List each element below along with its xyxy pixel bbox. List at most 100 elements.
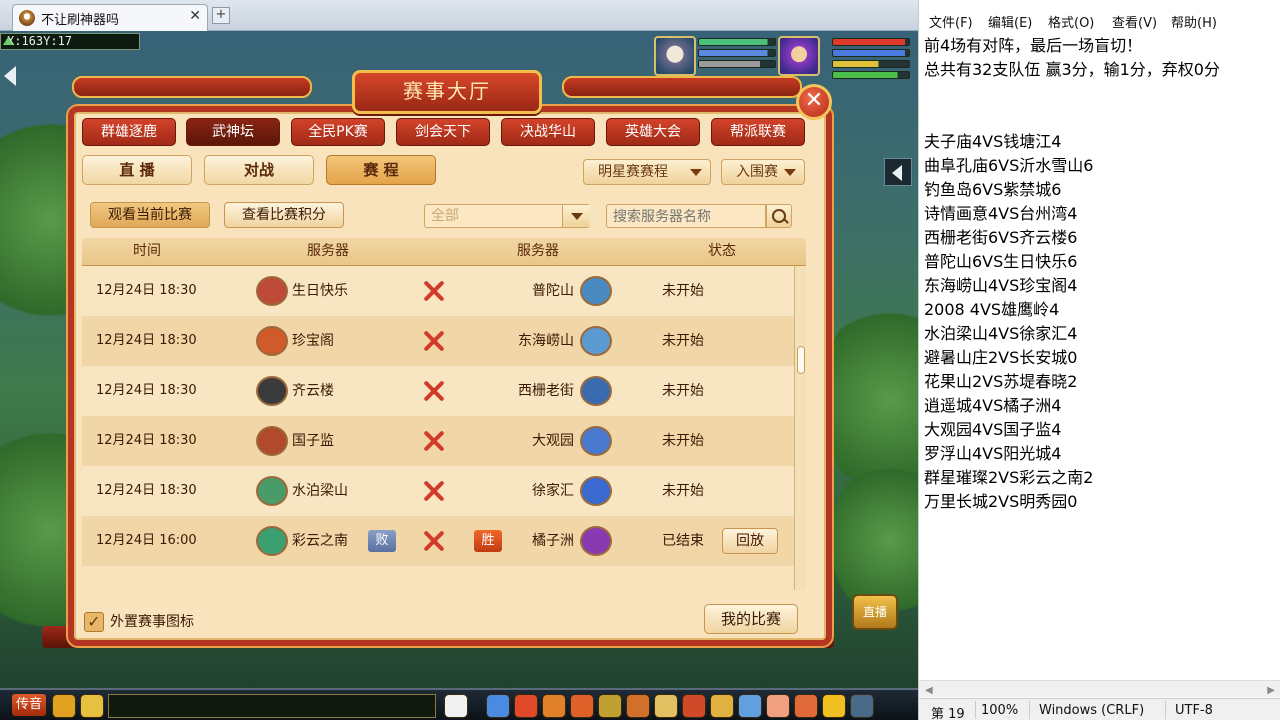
pet-icon[interactable]: [444, 694, 468, 718]
dialog-title: 赛事大厅: [403, 79, 491, 103]
skill-icon[interactable]: [542, 694, 566, 718]
map-icon[interactable]: [738, 694, 762, 718]
category-qunxiongzhulu[interactable]: 群雄逐鹿: [82, 118, 176, 146]
collapse-panel-arrow-icon[interactable]: [884, 158, 912, 186]
view-points-button[interactable]: 查看比赛积分: [224, 202, 344, 228]
browser-tab[interactable]: 不让刷神器吗 ✕: [12, 4, 208, 31]
weapon-icon[interactable]: [486, 694, 510, 718]
menu-file[interactable]: 文件(F): [929, 12, 973, 31]
scrollbar-thumb[interactable]: [797, 346, 805, 374]
external-icon-checkbox[interactable]: ✓: [84, 612, 104, 632]
cursor-position: 第 19: [931, 707, 965, 720]
match-time: 12月24日 18:30: [96, 483, 197, 498]
zoom-level: 100%: [981, 703, 1019, 718]
table-row[interactable]: 12月24日 18:30 齐云楼 西栅老街 未开始: [82, 366, 794, 416]
server-b-name: 徐家汇: [532, 483, 574, 499]
line-ending: Windows (CRLF): [1039, 703, 1145, 718]
menu-view[interactable]: 查看(V): [1112, 12, 1157, 31]
text-line: 罗浮山4VS阳光城4: [924, 444, 1062, 463]
table-header: 时间 服务器 服务器 状态: [82, 238, 806, 266]
emote-icon[interactable]: [822, 694, 846, 718]
server-a-name: 珍宝阁: [292, 333, 334, 349]
quest-icon[interactable]: [570, 694, 594, 718]
new-tab-button[interactable]: +: [212, 7, 230, 24]
text-line: 前4场有对阵，最后一场盲切！: [924, 36, 1143, 55]
text-line: 花果山2VS苏堤春晓2: [924, 372, 1078, 391]
menu-edit[interactable]: 编辑(E): [988, 12, 1032, 31]
replay-button[interactable]: 回放: [722, 528, 778, 554]
category-quanmin-pk[interactable]: 全民PK赛: [291, 118, 385, 146]
gift-icon[interactable]: [766, 694, 790, 718]
notepad-text-area[interactable]: 前4场有对阵，最后一场盲切！ 总共有32支队伍 赢3分，输1分，弃权0分 夫子庙4V…: [924, 34, 1274, 514]
crossed-swords-icon: [422, 330, 446, 352]
trade-icon[interactable]: [710, 694, 734, 718]
match-time: 12月24日 18:30: [96, 433, 197, 448]
horizontal-scrollbar[interactable]: ◀ ▶: [919, 680, 1280, 697]
scroll-right-icon[interactable]: ▶: [1267, 685, 1275, 696]
server-b-icon: [580, 276, 612, 306]
star-schedule-dropdown[interactable]: 明星赛赛程: [583, 159, 711, 185]
activity-icon[interactable]: [794, 694, 818, 718]
server-search-input[interactable]: [606, 204, 766, 228]
table-scrollbar[interactable]: [794, 266, 806, 590]
category-jianhuitianxia[interactable]: 剑会天下: [396, 118, 490, 146]
live-tv-button[interactable]: 直播: [852, 594, 898, 630]
server-b-icon: [580, 376, 612, 406]
text-line: 诗情画意4VS台州湾4: [924, 204, 1078, 223]
server-a-icon: [256, 276, 288, 306]
table-row[interactable]: 12月24日 18:30 水泊梁山 徐家汇 未开始: [82, 466, 794, 516]
server-a-icon: [256, 326, 288, 356]
qualifier-dropdown[interactable]: 入围赛: [721, 159, 805, 185]
table-row[interactable]: 12月24日 18:30 珍宝阁 东海崂山 未开始: [82, 316, 794, 366]
table-row[interactable]: 12月24日 16:00 彩云之南 败 胜 橘子洲 已结束 回放: [82, 516, 794, 566]
tab-live[interactable]: 直 播: [82, 155, 192, 185]
chat-channel-button[interactable]: 传音: [12, 694, 46, 716]
table-row[interactable]: 12月24日 18:30 国子监 大观园 未开始: [82, 416, 794, 466]
chevron-down-icon: [784, 169, 796, 176]
text-line: 2008 4VS雄鹰岭4: [924, 300, 1060, 319]
server-a-name: 生日快乐: [292, 283, 348, 299]
game-favicon-icon: [19, 10, 35, 26]
category-juezhanhuashan[interactable]: 决战华山: [501, 118, 595, 146]
text-line: 总共有32支队伍 赢3分，输1分，弃权0分: [924, 60, 1220, 79]
search-icon[interactable]: [766, 204, 792, 228]
guild-icon[interactable]: [626, 694, 650, 718]
notepad-status-bar: 第 19 100% Windows (CRLF) UTF-8: [919, 698, 1280, 720]
crossed-swords-icon: [422, 380, 446, 402]
menu-help[interactable]: 帮助(H): [1171, 12, 1217, 31]
category-wushentan[interactable]: 武神坛: [186, 118, 280, 146]
left-arrow-icon[interactable]: [4, 66, 16, 86]
emoji-icon[interactable]: [80, 694, 104, 718]
match-status: 未开始: [662, 433, 704, 449]
friend-icon[interactable]: [654, 694, 678, 718]
my-matches-button[interactable]: 我的比赛: [704, 604, 798, 634]
player-status-bars: [832, 38, 910, 82]
server-a-name: 国子监: [292, 433, 334, 449]
chat-input[interactable]: [108, 694, 436, 718]
chevron-down-icon: [690, 169, 702, 176]
team-icon[interactable]: [598, 694, 622, 718]
close-tab-icon[interactable]: ✕: [189, 8, 201, 24]
system-icon[interactable]: [850, 694, 874, 718]
menu-format[interactable]: 格式(O): [1048, 12, 1094, 31]
match-status: 未开始: [662, 333, 704, 349]
mail-icon[interactable]: [682, 694, 706, 718]
event-hall-dialog: 赛事大厅 ✕ 群雄逐鹿 武神坛 全民PK赛 剑会天下 决战华山 英雄大会 帮派联…: [42, 70, 834, 648]
category-yingxiongdahui[interactable]: 英雄大会: [606, 118, 700, 146]
bottom-toolbar: 传音: [0, 688, 918, 720]
text-line: 普陀山6VS生日快乐6: [924, 252, 1078, 271]
dialog-close-button[interactable]: ✕: [796, 84, 832, 120]
table-row[interactable]: 12月24日 18:30 生日快乐 普陀山 未开始: [82, 266, 794, 316]
tab-battle[interactable]: 对战: [204, 155, 314, 185]
server-a-name: 齐云楼: [292, 383, 334, 399]
scroll-left-icon[interactable]: ◀: [925, 685, 933, 696]
tab-schedule[interactable]: 赛 程: [326, 155, 436, 185]
microphone-icon[interactable]: [52, 694, 76, 718]
chevron-down-icon[interactable]: [562, 205, 590, 227]
watch-current-match-button[interactable]: 观看当前比赛: [90, 202, 210, 228]
qualifier-label: 入围赛: [736, 164, 778, 180]
text-line: 夫子庙4VS钱塘江4: [924, 132, 1062, 151]
bag-icon[interactable]: [514, 694, 538, 718]
category-bangpailiansai[interactable]: 帮派联赛: [711, 118, 805, 146]
server-a-icon: [256, 426, 288, 456]
